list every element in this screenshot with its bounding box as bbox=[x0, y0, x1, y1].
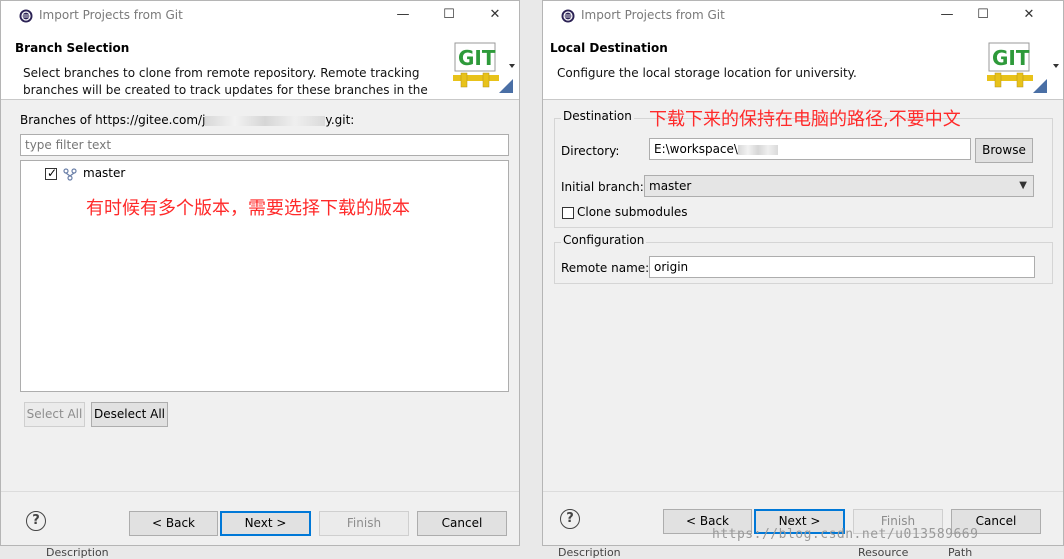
title-bar[interactable]: Import Projects from Git — ☐ ✕ bbox=[543, 1, 1063, 31]
wizard-banner: Local Destination Configure the local st… bbox=[543, 31, 1063, 100]
redacted-path bbox=[737, 144, 778, 155]
filter-input[interactable]: type filter text bbox=[20, 134, 509, 156]
git-logo-icon: GIT bbox=[987, 42, 1047, 93]
annotation-text: 有时候有多个版本，需要选择下载的版本 bbox=[86, 198, 410, 219]
directory-label: Directory: bbox=[561, 144, 620, 158]
clone-submodules-checkbox[interactable] bbox=[562, 207, 574, 219]
branch-checkbox[interactable]: ✓ bbox=[45, 166, 57, 180]
minimize-icon[interactable]: — bbox=[393, 6, 413, 24]
window-title: Import Projects from Git bbox=[39, 8, 183, 22]
background-column-header: Description bbox=[46, 546, 109, 559]
branch-name: master bbox=[83, 166, 126, 180]
chevron-down-icon: ▼ bbox=[1019, 180, 1027, 191]
background-column-header: Resource bbox=[858, 546, 909, 559]
git-logo-text: GIT bbox=[458, 46, 496, 70]
eclipse-app-icon bbox=[19, 9, 33, 23]
dialog-footer: ? < Back Next > Finish Cancel bbox=[1, 491, 519, 545]
eclipse-app-icon bbox=[561, 9, 575, 23]
window-title: Import Projects from Git bbox=[581, 8, 725, 22]
deselect-all-button[interactable]: Deselect All bbox=[91, 402, 168, 427]
redacted-repo-name bbox=[205, 115, 326, 126]
branch-icon bbox=[63, 168, 77, 181]
select-all-button[interactable]: Select All bbox=[24, 402, 85, 427]
destination-group-title: Destination bbox=[561, 109, 634, 123]
clone-submodules-label[interactable]: Clone submodules bbox=[577, 205, 688, 219]
initial-branch-label: Initial branch: bbox=[561, 180, 644, 194]
title-bar[interactable]: Import Projects from Git — ☐ ✕ bbox=[1, 1, 519, 31]
maximize-icon[interactable]: ☐ bbox=[973, 6, 993, 24]
cancel-button[interactable]: Cancel bbox=[417, 511, 507, 536]
background-column-header: Description bbox=[558, 546, 621, 559]
close-icon[interactable]: ✕ bbox=[485, 6, 505, 24]
help-icon[interactable]: ? bbox=[26, 511, 46, 531]
watermark: https://blog.csdn.net/u013589669 bbox=[712, 527, 979, 542]
background-column-header: Path bbox=[948, 546, 973, 559]
git-logo-icon: GIT bbox=[453, 42, 513, 93]
banner-scroll-arrow-icon bbox=[509, 64, 515, 68]
browse-button[interactable]: Browse bbox=[975, 138, 1033, 163]
banner-scroll-arrow-icon bbox=[1053, 64, 1059, 68]
initial-branch-select[interactable]: master ▼ bbox=[644, 175, 1034, 197]
list-item[interactable]: ✓ master bbox=[45, 166, 245, 182]
back-button[interactable]: < Back bbox=[129, 511, 218, 536]
branches-label: Branches of https://gitee.com/j y.git: bbox=[20, 113, 355, 127]
page-description: Configure the local storage location for… bbox=[557, 66, 857, 80]
page-title: Branch Selection bbox=[15, 41, 130, 55]
page-description: Select branches to clone from remote rep… bbox=[23, 66, 428, 97]
finish-button[interactable]: Finish bbox=[319, 511, 409, 536]
remote-name-input[interactable]: origin bbox=[649, 256, 1035, 278]
next-button[interactable]: Next > bbox=[220, 511, 311, 536]
import-git-dialog-branch-selection: Import Projects from Git — ☐ ✕ Branch Se… bbox=[0, 0, 520, 546]
git-logo-text: GIT bbox=[992, 46, 1030, 70]
page-title: Local Destination bbox=[550, 41, 668, 55]
close-icon[interactable]: ✕ bbox=[1019, 6, 1039, 24]
directory-input[interactable]: E:\workspace\ bbox=[649, 138, 971, 160]
help-icon[interactable]: ? bbox=[560, 509, 580, 529]
import-git-dialog-local-destination: Import Projects from Git — ☐ ✕ Local Des… bbox=[542, 0, 1064, 546]
configuration-group-title: Configuration bbox=[561, 233, 647, 247]
maximize-icon[interactable]: ☐ bbox=[439, 6, 459, 24]
annotation-text: 下载下来的保持在电脑的路径,不要中文 bbox=[649, 109, 961, 130]
remote-name-label: Remote name: bbox=[561, 261, 650, 275]
minimize-icon[interactable]: — bbox=[937, 6, 957, 24]
wizard-banner: Branch Selection Select branches to clon… bbox=[1, 31, 519, 100]
